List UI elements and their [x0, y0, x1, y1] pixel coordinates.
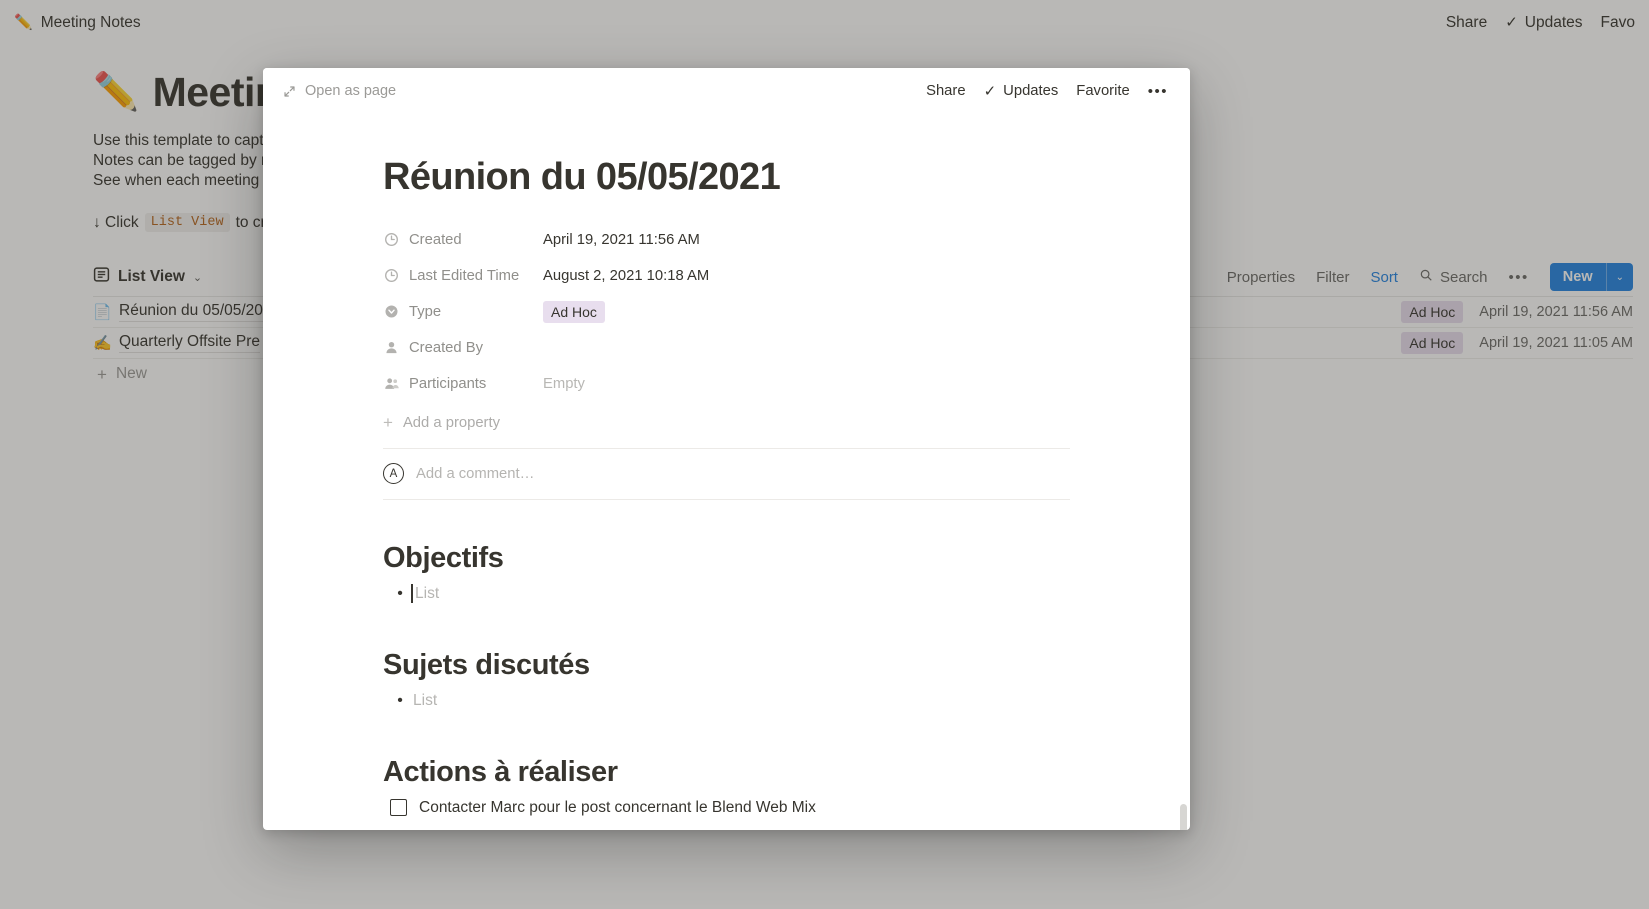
comment-divider	[383, 498, 1070, 500]
property-name: Type	[383, 303, 543, 320]
type-badge[interactable]: Ad Hoc	[543, 300, 605, 323]
property-row-created[interactable]: Created April 19, 2021 11:56 AM	[383, 222, 1070, 258]
open-as-page-label: Open as page	[305, 83, 397, 99]
list-item[interactable]: • List	[383, 581, 1070, 607]
section-heading-actions-a-realiser[interactable]: Actions à réaliser	[383, 756, 1070, 789]
checkbox[interactable]	[390, 799, 407, 817]
property-name: Last Edited Time	[383, 267, 543, 284]
property-list: Created April 19, 2021 11:56 AM Last Edi…	[383, 222, 1070, 402]
modal-scrollbar[interactable]	[1180, 804, 1187, 830]
list-item-text[interactable]: List	[410, 581, 439, 607]
clock-icon	[383, 231, 400, 248]
bullet-icon: •	[397, 691, 403, 709]
updates-label: Updates	[1003, 83, 1059, 99]
select-icon	[383, 303, 400, 320]
modal-scroll-area: Réunion du 05/05/2021 Created April 19, …	[263, 114, 1190, 830]
property-label: Created	[409, 231, 462, 248]
property-name: Created By	[383, 339, 543, 356]
todo-item-text[interactable]: Contacter Marc pour le post concernant l…	[419, 799, 816, 817]
updates-button[interactable]: ✓ Updates	[984, 83, 1059, 99]
property-row-created-by[interactable]: Created By	[383, 330, 1070, 366]
property-label: Type	[409, 303, 442, 320]
expand-icon	[283, 85, 296, 98]
list-item-text[interactable]: List	[413, 688, 437, 714]
property-value: April 19, 2021 11:56 AM	[543, 231, 700, 248]
open-as-page-button[interactable]: Open as page	[283, 83, 396, 99]
property-row-last-edited-time[interactable]: Last Edited Time August 2, 2021 10:18 AM	[383, 258, 1070, 294]
property-row-type[interactable]: Type Ad Hoc	[383, 294, 1070, 330]
modal-content: Réunion du 05/05/2021 Created April 19, …	[263, 114, 1190, 817]
peek-modal: Open as page Share ✓ Updates Favorite ••…	[263, 68, 1190, 830]
share-button[interactable]: Share	[926, 83, 966, 99]
property-value: Empty	[543, 375, 585, 392]
document-title[interactable]: Réunion du 05/05/2021	[383, 156, 1070, 200]
section-heading-objectifs[interactable]: Objectifs	[383, 542, 1070, 575]
check-icon: ✓	[983, 82, 997, 100]
property-name: Created	[383, 231, 543, 248]
add-property-button[interactable]: + Add a property	[383, 406, 1070, 440]
todo-item[interactable]: Contacter Marc pour le post concernant l…	[383, 799, 1070, 817]
clock-icon	[383, 267, 400, 284]
person-icon	[383, 339, 400, 356]
property-value: August 2, 2021 10:18 AM	[543, 267, 710, 284]
add-property-label: Add a property	[402, 414, 500, 431]
plus-icon: +	[383, 413, 393, 433]
add-comment-placeholder: Add a comment…	[416, 465, 535, 482]
list-item[interactable]: • List	[383, 688, 1070, 714]
modal-header-actions: Share ✓ Updates Favorite •••	[926, 83, 1168, 100]
app-root: ✏️ Meeting Notes Share ✓ Updates Favo ✏️…	[0, 0, 1649, 909]
property-name: Participants	[383, 375, 543, 392]
people-icon	[383, 375, 400, 392]
property-label: Last Edited Time	[409, 267, 520, 284]
bullet-icon: •	[397, 584, 403, 602]
favorite-button[interactable]: Favorite	[1076, 83, 1129, 99]
section-heading-sujets-discutes[interactable]: Sujets discutés	[383, 649, 1070, 682]
modal-header: Open as page Share ✓ Updates Favorite ••…	[263, 68, 1190, 114]
property-row-participants[interactable]: Participants Empty	[383, 366, 1070, 402]
property-label: Created By	[409, 339, 484, 356]
add-comment-row[interactable]: A Add a comment…	[383, 449, 1070, 499]
avatar: A	[383, 463, 404, 485]
more-options-icon[interactable]: •••	[1148, 83, 1168, 100]
property-label: Participants	[409, 375, 487, 392]
